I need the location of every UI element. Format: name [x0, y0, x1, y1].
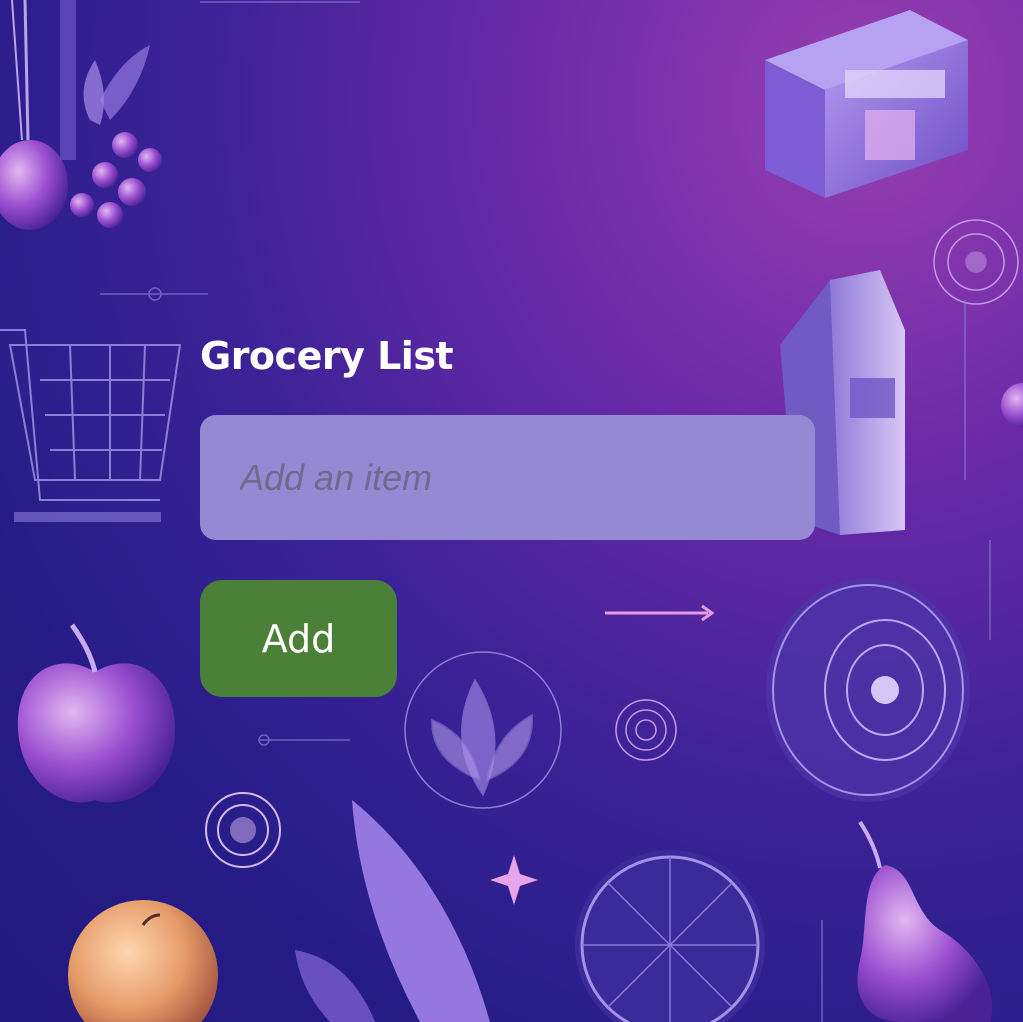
- citrus-slice-icon: [575, 850, 765, 1022]
- page-title: Grocery List: [200, 334, 454, 378]
- berries-icon: [70, 45, 162, 228]
- ornament-circle-icon: [933, 219, 1019, 305]
- cereal-box-icon: [765, 10, 968, 198]
- leaf-emblem-icon: [404, 651, 562, 809]
- corn-leaf-icon: [295, 800, 490, 1022]
- shopping-cart-icon: [0, 329, 182, 522]
- apple-icon: [17, 623, 176, 803]
- tape-roll-icon: [766, 578, 970, 802]
- arrow-decoration: [605, 604, 715, 622]
- round-badge-icon: [615, 699, 677, 761]
- target-circle-icon: [205, 792, 281, 868]
- add-item-input[interactable]: [200, 415, 815, 540]
- sparkle-icon: [490, 855, 538, 905]
- plum-icon: [1001, 383, 1023, 427]
- pear-icon: [857, 820, 993, 1022]
- add-button[interactable]: Add: [200, 580, 397, 697]
- onion-icon: [0, 0, 76, 230]
- peach-icon: [68, 900, 218, 1022]
